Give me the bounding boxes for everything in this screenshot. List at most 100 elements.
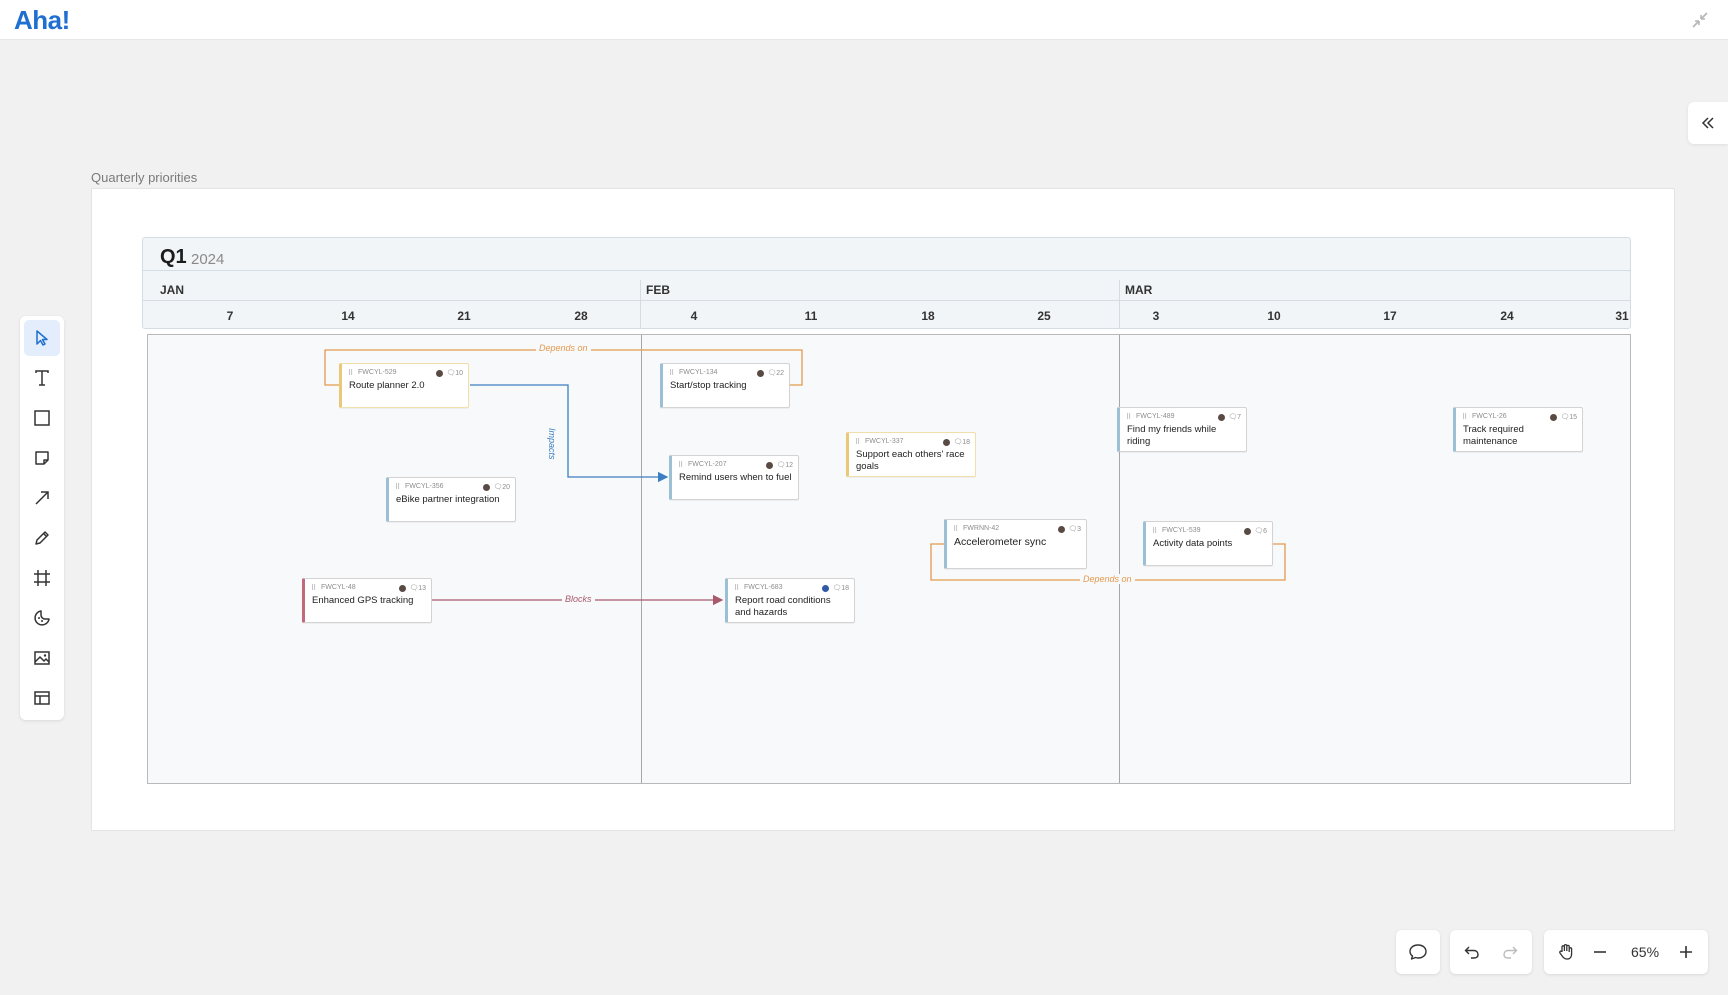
card-title: Start/stop tracking xyxy=(670,380,747,391)
zoom-level: 65% xyxy=(1631,944,1660,960)
feature-card[interactable]: ⠿ FWCYL-48 🗨13 Enhanced GPS tracking xyxy=(302,578,432,623)
zoom-out-button[interactable] xyxy=(1580,930,1620,974)
comment-icon: 🗨 xyxy=(776,462,786,469)
feature-card[interactable]: ⠿ FWCYL-539 🗨6 Activity data points xyxy=(1143,521,1273,566)
avatar xyxy=(757,369,765,377)
feature-card[interactable]: ⠿ FWCYL-134 🗨22 Start/stop tracking xyxy=(660,363,790,408)
drag-handle-icon[interactable]: ⠿ xyxy=(1152,527,1157,535)
avatar xyxy=(1244,527,1252,535)
depends-on-label: Depends on xyxy=(1080,574,1135,584)
card-title: Enhanced GPS tracking xyxy=(312,595,414,606)
card-id: FWCYL-356 xyxy=(405,483,444,490)
card-id: FWCYL-337 xyxy=(865,438,904,445)
card-title: Support each others' race goals xyxy=(856,449,965,472)
comment-icon: 🗨 xyxy=(1560,414,1570,421)
redo-icon xyxy=(1503,946,1518,959)
card-id: FWRNN-42 xyxy=(963,525,1000,532)
feature-card[interactable]: ⠿ FWCYL-683 🗨18 Report road conditions a… xyxy=(725,578,855,623)
connectors-layer xyxy=(324,349,1286,606)
drag-handle-icon[interactable]: ⠿ xyxy=(953,525,958,533)
comment-icon: 🗨 xyxy=(446,370,456,377)
feature-card[interactable]: ⠿ FWCYL-356 🗨20 eBike partner integratio… xyxy=(386,477,516,522)
drag-handle-icon[interactable]: ⠿ xyxy=(734,584,739,592)
drag-handle-icon[interactable]: ⠿ xyxy=(669,369,674,377)
card-meta: 🗨22 xyxy=(757,369,784,377)
zoom-controls: 65% xyxy=(1544,930,1708,974)
comment-count: 18 xyxy=(841,585,849,592)
avatar xyxy=(766,461,774,469)
card-id: FWCYL-207 xyxy=(688,461,727,468)
feature-card[interactable]: ⠿ FWCYL-207 🗨12 Remind users when to fue… xyxy=(669,455,799,500)
card-title: Track required maintenance xyxy=(1463,424,1524,447)
comment-icon: 🗨 xyxy=(953,439,963,446)
card-meta: 🗨7 xyxy=(1218,413,1241,421)
comment-icon: 🗨 xyxy=(409,585,419,592)
comment-count: 12 xyxy=(785,462,793,469)
card-meta: 🗨10 xyxy=(436,369,463,377)
comment-count: 18 xyxy=(962,439,970,446)
comment-icon xyxy=(1409,944,1427,960)
card-meta: 🗨20 xyxy=(483,483,510,491)
card-title: Report road conditions and hazards xyxy=(735,595,831,618)
drag-handle-icon[interactable]: ⠿ xyxy=(1126,413,1131,421)
feature-card[interactable]: ⠿ FWCYL-529 🗨10 Route planner 2.0 xyxy=(339,363,469,408)
comment-count: 7 xyxy=(1237,414,1241,421)
feature-card[interactable]: ⠿ FWCYL-337 🗨18 Support each others' rac… xyxy=(846,432,976,477)
card-id: FWCYL-134 xyxy=(679,369,718,376)
avatar xyxy=(943,438,951,446)
card-title: Route planner 2.0 xyxy=(349,380,425,391)
comment-count: 13 xyxy=(418,585,426,592)
feature-card[interactable]: ⠿ FWRNN-42 🗨3 Accelerometer sync xyxy=(944,519,1087,569)
card-id: FWCYL-48 xyxy=(321,584,356,591)
comment-icon: 🗨 xyxy=(1068,526,1078,533)
card-title: Remind users when to fuel xyxy=(679,472,792,483)
impacts-label: Impacts xyxy=(547,425,557,463)
plus-icon xyxy=(1680,946,1692,958)
depends-on-label: Depends on xyxy=(536,343,591,353)
undo-button[interactable] xyxy=(1452,930,1492,974)
blocks-label: Blocks xyxy=(562,594,595,604)
card-id: FWCYL-539 xyxy=(1162,527,1201,534)
comment-button[interactable] xyxy=(1398,930,1438,974)
drag-handle-icon[interactable]: ⠿ xyxy=(678,461,683,469)
feature-card[interactable]: ⠿ FWCYL-489 🗨7 Find my friends while rid… xyxy=(1117,407,1247,452)
avatar xyxy=(1058,525,1066,533)
comment-count: 6 xyxy=(1263,528,1267,535)
minus-icon xyxy=(1594,951,1606,953)
comment-icon: 🗨 xyxy=(493,484,503,491)
card-title: Find my friends while riding xyxy=(1127,424,1217,447)
feature-card[interactable]: ⠿ FWCYL-26 🗨15 Track required maintenanc… xyxy=(1453,407,1583,452)
card-meta: 🗨6 xyxy=(1244,527,1267,535)
zoom-in-button[interactable] xyxy=(1666,930,1706,974)
card-meta: 🗨3 xyxy=(1058,525,1081,533)
card-id: FWCYL-26 xyxy=(1472,413,1507,420)
card-meta: 🗨18 xyxy=(943,438,970,446)
card-meta: 🗨12 xyxy=(766,461,793,469)
drag-handle-icon[interactable]: ⠿ xyxy=(855,438,860,446)
drag-handle-icon[interactable]: ⠿ xyxy=(395,483,400,491)
drag-handle-icon[interactable]: ⠿ xyxy=(348,369,353,377)
redo-button[interactable] xyxy=(1490,930,1530,974)
comment-count: 20 xyxy=(502,484,510,491)
comment-control xyxy=(1396,930,1440,974)
drag-handle-icon[interactable]: ⠿ xyxy=(1462,413,1467,421)
card-title: Accelerometer sync xyxy=(954,536,1047,548)
comment-count: 3 xyxy=(1077,526,1081,533)
hand-icon xyxy=(1559,944,1573,960)
card-id: FWCYL-529 xyxy=(358,369,397,376)
avatar xyxy=(436,369,444,377)
comment-icon: 🗨 xyxy=(832,585,842,592)
avatar xyxy=(1550,413,1558,421)
card-meta: 🗨13 xyxy=(399,584,426,592)
impacts-connector[interactable] xyxy=(470,384,669,483)
drag-handle-icon[interactable]: ⠿ xyxy=(311,584,316,592)
comment-count: 22 xyxy=(776,370,784,377)
undo-icon xyxy=(1464,946,1479,959)
card-id: FWCYL-683 xyxy=(744,584,783,591)
card-title: eBike partner integration xyxy=(396,494,500,505)
avatar xyxy=(399,584,407,592)
comment-icon: 🗨 xyxy=(767,370,777,377)
card-meta: 🗨18 xyxy=(822,584,849,592)
card-title: Activity data points xyxy=(1153,538,1233,549)
card-id: FWCYL-489 xyxy=(1136,413,1175,420)
